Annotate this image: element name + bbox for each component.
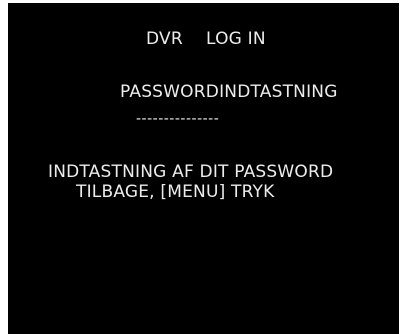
instruction-back-menu: TILBAGE, [MENU] TRYK xyxy=(76,182,275,202)
password-input[interactable]: --------------- xyxy=(136,109,219,129)
password-entry-heading: PASSWORDINDTASTNING xyxy=(120,82,338,102)
product-title: DVR xyxy=(146,29,183,49)
screen-title: LOG IN xyxy=(206,29,266,49)
instruction-enter-password: INDTASTNING AF DIT PASSWORD xyxy=(48,162,334,182)
dvr-login-screen: DVR LOG IN PASSWORDINDTASTNING ---------… xyxy=(8,3,399,334)
